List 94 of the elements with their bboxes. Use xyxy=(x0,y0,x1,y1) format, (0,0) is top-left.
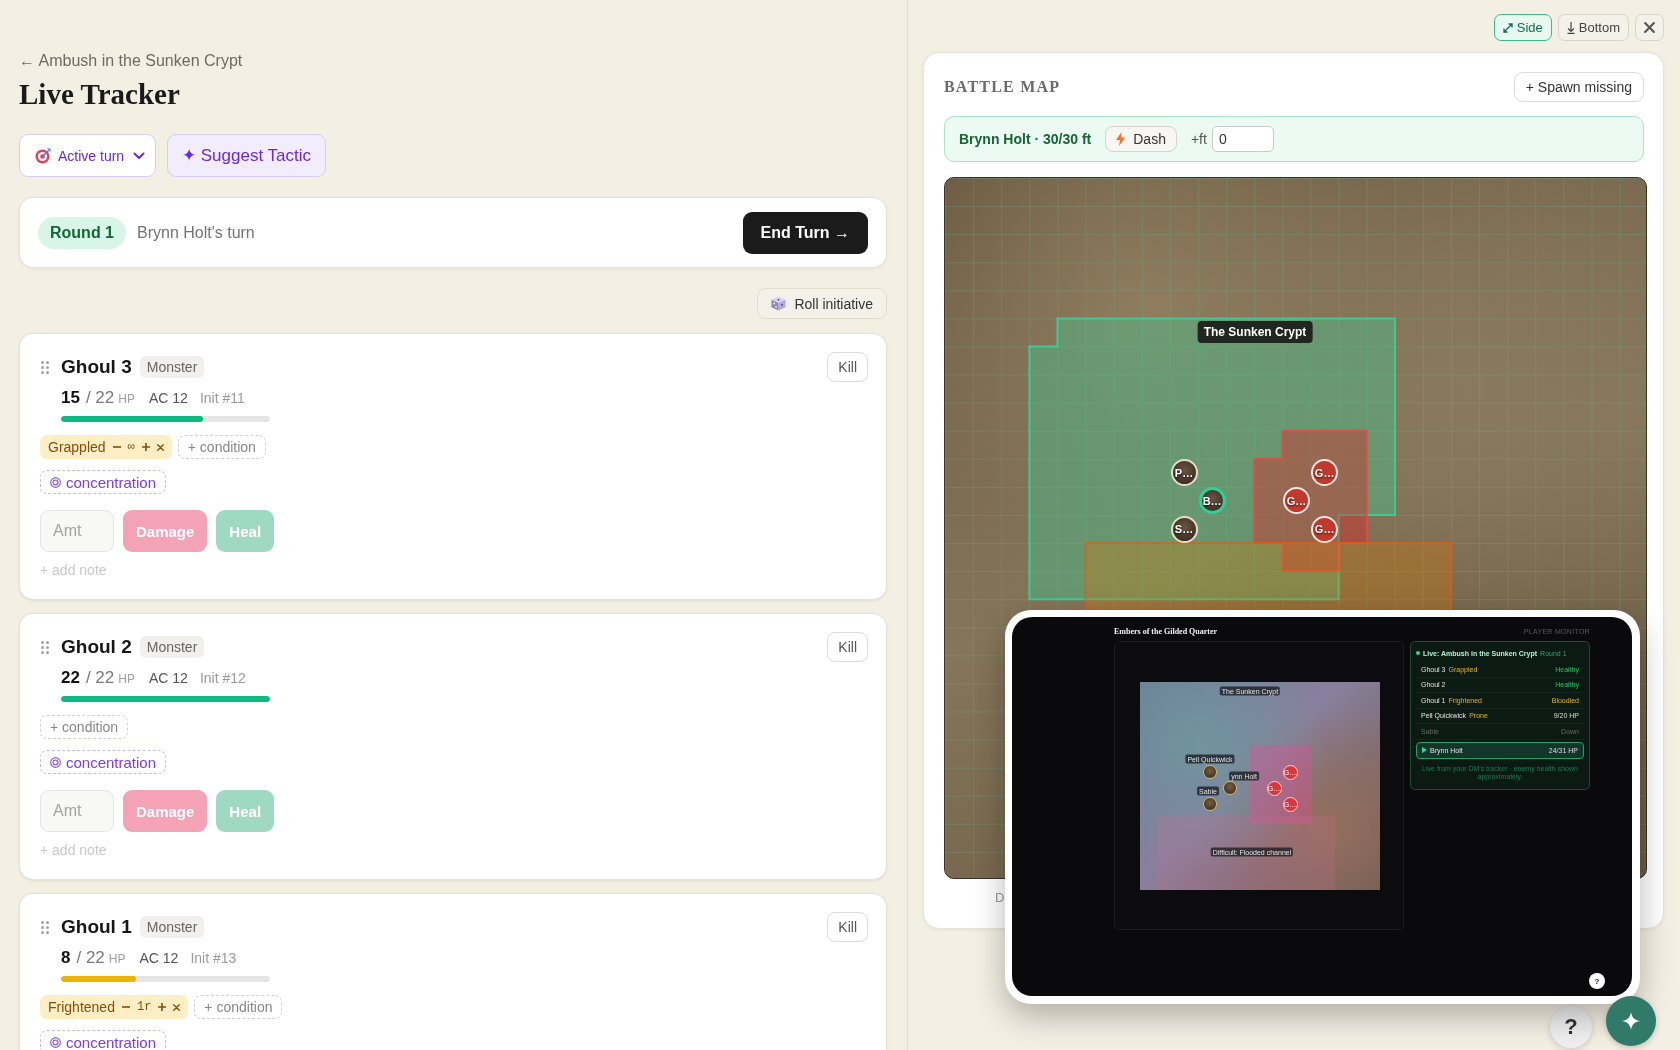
drag-handle-icon[interactable] xyxy=(41,360,49,374)
hp-value: 22 xyxy=(61,668,80,688)
ring-icon xyxy=(50,756,61,768)
combatant-name: Ghoul 1 xyxy=(61,916,132,938)
armor-class: AC 12 xyxy=(139,950,179,966)
round-badge: Round 1 xyxy=(38,216,126,249)
layout-button[interactable]: Bottom xyxy=(1557,14,1629,41)
plus-icon xyxy=(158,1003,167,1011)
hp-max: / 22 xyxy=(85,388,115,408)
add-condition-button[interactable]: + condition xyxy=(194,995,283,1019)
layout-button[interactable]: Side xyxy=(1493,14,1552,41)
combatant-name: Ghoul 3 xyxy=(61,356,132,378)
amount-input[interactable]: Amt xyxy=(40,790,114,832)
movement-label: Brynn Holt · 30/30 ft xyxy=(959,131,1092,147)
initiative: Init #11 xyxy=(199,390,245,406)
armor-class: AC 12 xyxy=(148,390,188,406)
view-select[interactable]: Active turn xyxy=(19,134,156,177)
help-button[interactable]: ? xyxy=(1589,973,1605,989)
hp-value: 15 xyxy=(61,388,80,408)
minus-icon xyxy=(112,446,121,448)
amount-input[interactable]: Amt xyxy=(40,510,114,552)
increase-button[interactable] xyxy=(158,1003,167,1011)
play-icon xyxy=(1422,747,1427,753)
remove-icon xyxy=(173,1003,181,1011)
section-title: BATTLE MAP xyxy=(944,78,1061,96)
sparkle-icon xyxy=(1622,1012,1640,1030)
minus-icon xyxy=(121,1006,130,1008)
monster-token[interactable]: G… xyxy=(1283,487,1310,515)
hp-unit: HP xyxy=(118,672,135,686)
initiative: Init #13 xyxy=(190,950,237,966)
monitor-title: Embers of the Gilded Quarter xyxy=(1114,626,1218,636)
plus-icon xyxy=(141,443,150,451)
hp-unit: HP xyxy=(108,952,126,966)
end-turn-button[interactable]: End Turn → xyxy=(742,211,868,254)
player-token xyxy=(1203,797,1217,811)
turn-text: Brynn Holt's turn xyxy=(137,223,255,242)
add-condition-button[interactable]: + condition xyxy=(177,435,266,459)
area-label: The Sunken Crypt xyxy=(1197,321,1313,343)
type-tag: Monster xyxy=(139,636,205,658)
hp-value: 8 xyxy=(61,948,71,968)
page-title: Live Tracker xyxy=(19,77,181,111)
type-tag: Monster xyxy=(139,356,205,378)
monster-token[interactable]: G… xyxy=(1311,459,1339,487)
close-button[interactable] xyxy=(1635,14,1664,41)
dash-button[interactable]: Dash xyxy=(1105,126,1177,152)
close-icon xyxy=(1644,22,1655,33)
condition-duration: 1r xyxy=(136,1000,152,1014)
remove-condition-button[interactable] xyxy=(156,443,164,451)
remove-condition-button[interactable] xyxy=(173,1003,181,1011)
hp-max: / 22 xyxy=(85,668,115,688)
hp-max: / 22 xyxy=(76,948,105,968)
player-token[interactable]: S… xyxy=(1170,515,1198,543)
live-status-dot xyxy=(1416,651,1420,655)
condition-duration: ∞ xyxy=(127,440,135,454)
expand-icon xyxy=(1502,22,1513,33)
initiative: Init #12 xyxy=(199,670,246,686)
drag-handle-icon[interactable] xyxy=(41,920,49,934)
condition-name: Frightened xyxy=(48,999,115,1015)
suggest-tactic-button[interactable]: ✦ Suggest Tactic xyxy=(167,134,326,177)
roll-initiative-button[interactable]: Roll initiative xyxy=(757,288,887,319)
spawn-missing-button[interactable]: + Spawn missing xyxy=(1513,72,1644,102)
assistant-button[interactable] xyxy=(1606,996,1656,1046)
back-link[interactable]: ← Ambush in the Sunken Crypt xyxy=(19,51,243,71)
hp-unit: HP xyxy=(118,392,135,406)
extra-feet-input[interactable]: 0 xyxy=(1211,126,1274,152)
ring-icon xyxy=(50,1036,61,1048)
concentration-button[interactable]: concentration xyxy=(40,1030,167,1050)
concentration-button[interactable]: concentration xyxy=(40,750,167,774)
player-token xyxy=(1203,765,1217,779)
remove-icon xyxy=(156,443,164,451)
drag-handle-icon[interactable] xyxy=(41,640,49,654)
kill-button[interactable]: Kill xyxy=(827,912,868,942)
player-token xyxy=(1223,781,1237,795)
extra-feet-label: +ft xyxy=(1190,131,1207,147)
dice-icon xyxy=(771,296,787,311)
increase-button[interactable] xyxy=(141,443,150,451)
chevron-down-icon xyxy=(133,151,145,160)
type-tag: Monster xyxy=(139,916,205,938)
monster-token[interactable]: G… xyxy=(1311,515,1339,543)
arrow-down-icon xyxy=(1566,21,1575,34)
help-button[interactable]: ? xyxy=(1550,1006,1592,1048)
legend-text: D xyxy=(995,890,1005,905)
target-icon xyxy=(35,147,51,164)
combatant-name: Ghoul 2 xyxy=(61,636,132,658)
ring-icon xyxy=(50,476,61,488)
concentration-button[interactable]: concentration xyxy=(40,470,167,494)
kill-button[interactable]: Kill xyxy=(827,632,868,662)
player-token[interactable]: P… xyxy=(1170,459,1198,487)
condition-name: Grappled xyxy=(48,439,106,455)
add-condition-button[interactable]: + condition xyxy=(40,715,129,739)
armor-class: AC 12 xyxy=(148,670,188,686)
lightning-icon xyxy=(1116,132,1126,146)
kill-button[interactable]: Kill xyxy=(827,352,868,382)
player-token[interactable]: B… xyxy=(1198,487,1226,515)
